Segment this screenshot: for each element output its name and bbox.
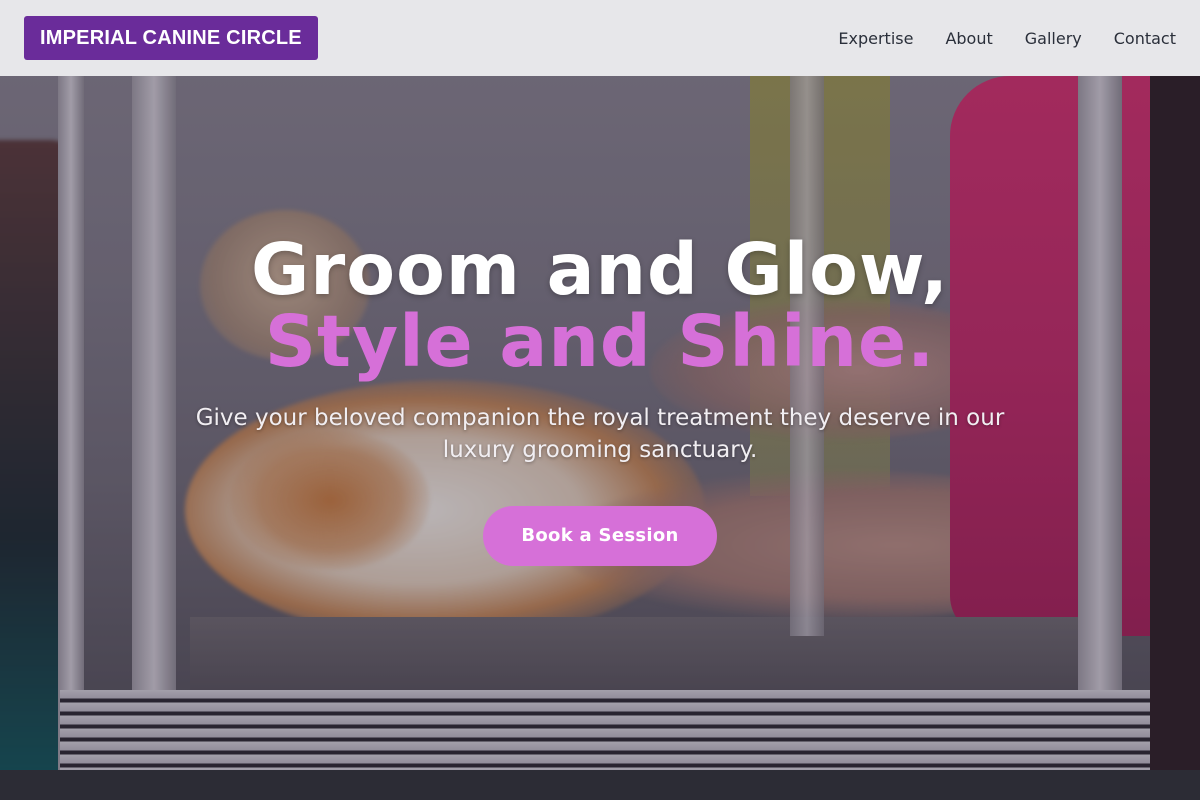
hero-headline-line2: Style and Shine.	[264, 300, 936, 383]
page: IMPERIAL CANINE CIRCLE Expertise About G…	[0, 0, 1200, 800]
brand-logo[interactable]: IMPERIAL CANINE CIRCLE	[24, 16, 318, 60]
nav-link-contact[interactable]: Contact	[1114, 29, 1176, 48]
site-header: IMPERIAL CANINE CIRCLE Expertise About G…	[0, 0, 1200, 76]
main-nav: Expertise About Gallery Contact	[838, 29, 1176, 48]
nav-link-gallery[interactable]: Gallery	[1025, 29, 1082, 48]
hero-subtitle: Give your beloved companion the royal tr…	[195, 405, 1005, 463]
nav-link-about[interactable]: About	[945, 29, 992, 48]
book-session-button[interactable]: Book a Session	[483, 506, 717, 566]
nav-link-expertise[interactable]: Expertise	[838, 29, 913, 48]
hero-section: Groom and Glow, Style and Shine. Give yo…	[0, 0, 1200, 800]
